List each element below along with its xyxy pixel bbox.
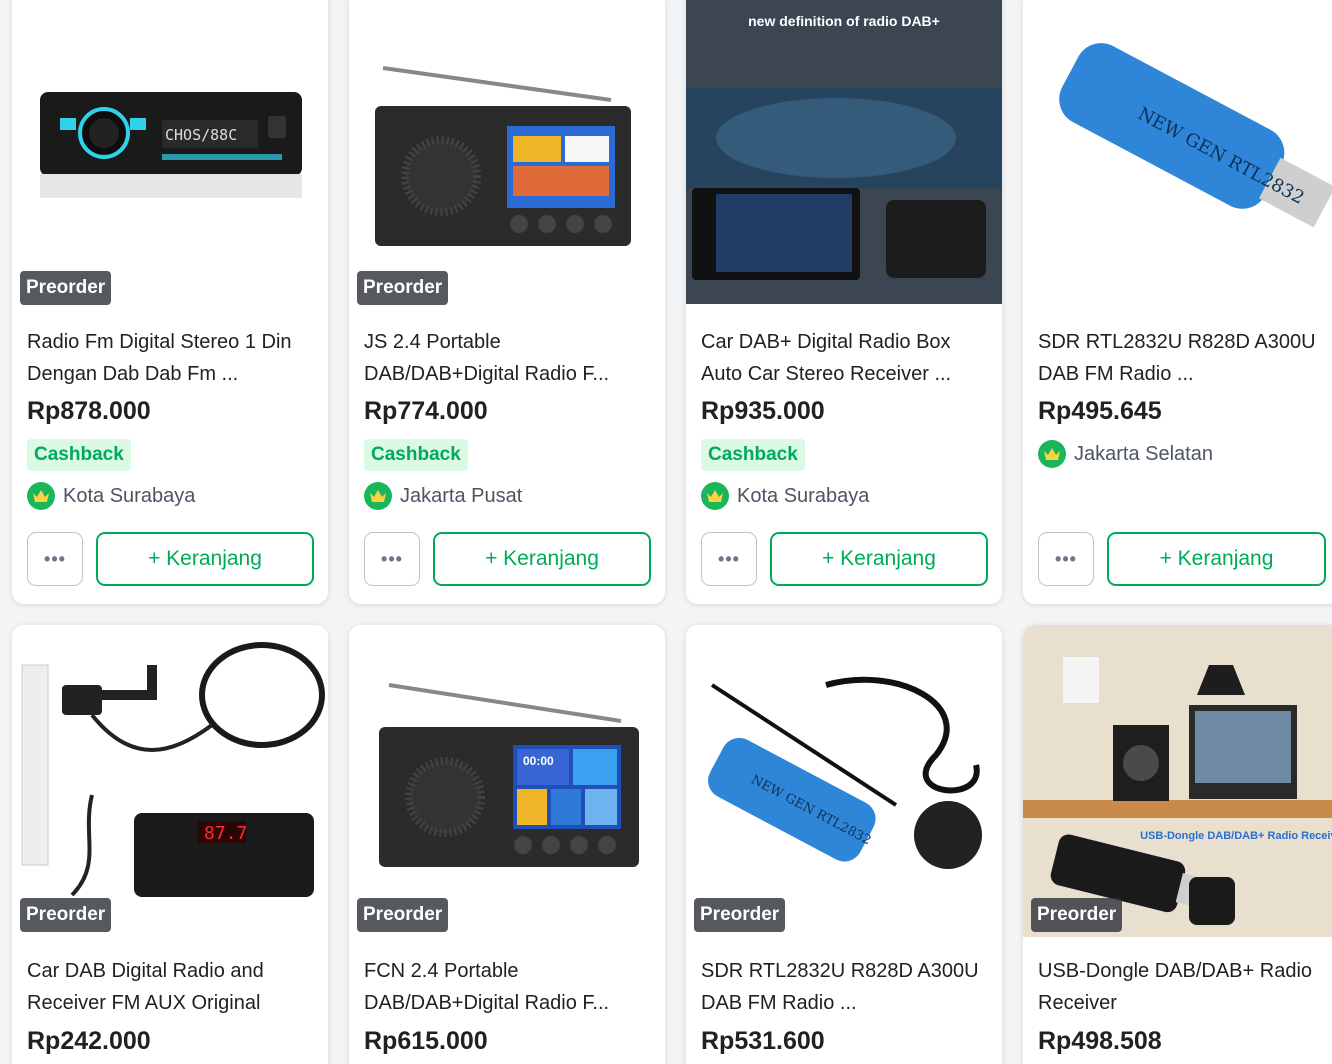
product-title[interactable]: JS 2.4 Portable DAB/DAB+Digital Radio F.… [364,326,651,390]
dab-box-image: new definition of radio DAB+ [686,0,1002,304]
portable-radio-image [375,66,631,246]
preorder-badge: Preorder [357,898,449,932]
room-dongle-image: USB-Dongle DAB/DAB+ Radio Receiver [1023,625,1332,937]
product-image[interactable]: new definition of radio DAB+ [686,0,1002,304]
product-title[interactable]: Radio Fm Digital Stereo 1 Din Dengan Dab… [27,326,314,390]
product-price: Rp498.508 [1038,1027,1162,1055]
product-price: Rp935.000 [701,397,825,425]
image-headline-text: new definition of radio DAB+ [748,13,940,29]
add-to-cart-button[interactable]: + Keranjang [433,532,651,586]
product-price: Rp495.645 [1038,397,1162,425]
radio-clock-text: 00:00 [523,754,554,768]
cashback-badge: Cashback [27,439,131,471]
product-card[interactable]: 00:00 Preorder FCN 2.4 Portable DAB/DAB+… [349,625,665,1064]
preorder-badge: Preorder [20,898,112,932]
product-card[interactable]: NEW GEN RTL2832 SDR RTL2832U R828D A300U… [1023,0,1332,604]
product-card[interactable]: NEW GEN RTL2832 Preorder SDR RTL2832U R8… [686,625,1002,1064]
cashback-badge: Cashback [364,439,468,471]
product-title[interactable]: Car DAB Digital Radio and Receiver FM AU… [27,955,314,1019]
preorder-badge: Preorder [357,271,449,305]
usb-dongle-image: NEW GEN RTL2832 [1059,43,1332,228]
product-price: Rp242.000 [27,1027,151,1055]
location-text: Jakarta Selatan [1074,442,1213,465]
product-title[interactable]: Car DAB+ Digital Radio Box Auto Car Ster… [701,326,988,390]
dongle-banner-text: USB-Dongle DAB/DAB+ Radio Receiver [1140,830,1332,842]
product-price: Rp878.000 [27,397,151,425]
product-card[interactable]: new definition of radio DAB+ Car DAB+ Di… [686,0,1002,604]
more-options-button[interactable]: ••• [701,532,757,586]
shop-location: Jakarta Pusat [364,482,522,510]
product-image[interactable]: NEW GEN RTL2832 [686,625,1002,937]
product-title[interactable]: SDR RTL2832U R828D A300U DAB FM Radio ..… [1038,326,1332,390]
product-price: Rp615.000 [364,1027,488,1055]
location-text: Jakarta Pusat [400,484,523,507]
stereo-display-text: CHOS/88C [165,126,237,144]
cashback-badge: Cashback [701,439,805,471]
product-card[interactable]: Preorder JS 2.4 Portable DAB/DAB+Digital… [349,0,665,604]
product-title[interactable]: USB-Dongle DAB/DAB+ Radio Receiver [1038,955,1332,1019]
product-image[interactable]: CHOS/88C [12,0,328,304]
portable-radio-image: 00:00 [379,683,639,867]
add-to-cart-button[interactable]: + Keranjang [1107,532,1326,586]
receiver-display-text: 87.7 [204,823,247,844]
product-grid: CHOS/88C Preorder Radio Fm Digital Stere… [12,0,1332,1064]
product-title[interactable]: SDR RTL2832U R828D A300U DAB FM Radio ..… [701,955,988,1019]
shop-location: Kota Surabaya [701,482,869,510]
official-store-crown-icon [364,482,392,510]
product-image[interactable]: USB-Dongle DAB/DAB+ Radio Receiver [1023,625,1332,937]
car-dab-receiver-image: 87.7 [21,642,325,897]
shop-location: Kota Surabaya [27,482,195,510]
product-image[interactable]: NEW GEN RTL2832 [1023,0,1332,304]
product-title[interactable]: FCN 2.4 Portable DAB/DAB+Digital Radio F… [364,955,651,1019]
add-to-cart-button[interactable]: + Keranjang [96,532,314,586]
preorder-badge: Preorder [1031,898,1123,932]
official-store-crown-icon [701,482,729,510]
product-card[interactable]: 87.7 Preorder Car DAB Digital Radio and … [12,625,328,1064]
more-options-button[interactable]: ••• [1038,532,1094,586]
official-store-crown-icon [27,482,55,510]
product-image[interactable] [349,0,665,304]
location-text: Kota Surabaya [737,484,870,507]
shop-location: Jakarta Selatan [1038,440,1213,468]
more-options-button[interactable]: ••• [27,532,83,586]
product-card[interactable]: USB-Dongle DAB/DAB+ Radio Receiver Preor… [1023,625,1332,1064]
add-to-cart-button[interactable]: + Keranjang [770,532,988,586]
preorder-badge: Preorder [20,271,112,305]
product-image[interactable]: 00:00 [349,625,665,937]
product-card[interactable]: CHOS/88C Preorder Radio Fm Digital Stere… [12,0,328,604]
product-price: Rp531.600 [701,1027,825,1055]
product-price: Rp774.000 [364,397,488,425]
usb-dongle-antenna-image: NEW GEN RTL2832 [708,676,982,869]
more-options-button[interactable]: ••• [364,532,420,586]
location-text: Kota Surabaya [63,484,196,507]
car-stereo-image: CHOS/88C [40,92,302,198]
official-store-crown-icon [1038,440,1066,468]
preorder-badge: Preorder [694,898,786,932]
product-image[interactable]: 87.7 [12,625,328,937]
